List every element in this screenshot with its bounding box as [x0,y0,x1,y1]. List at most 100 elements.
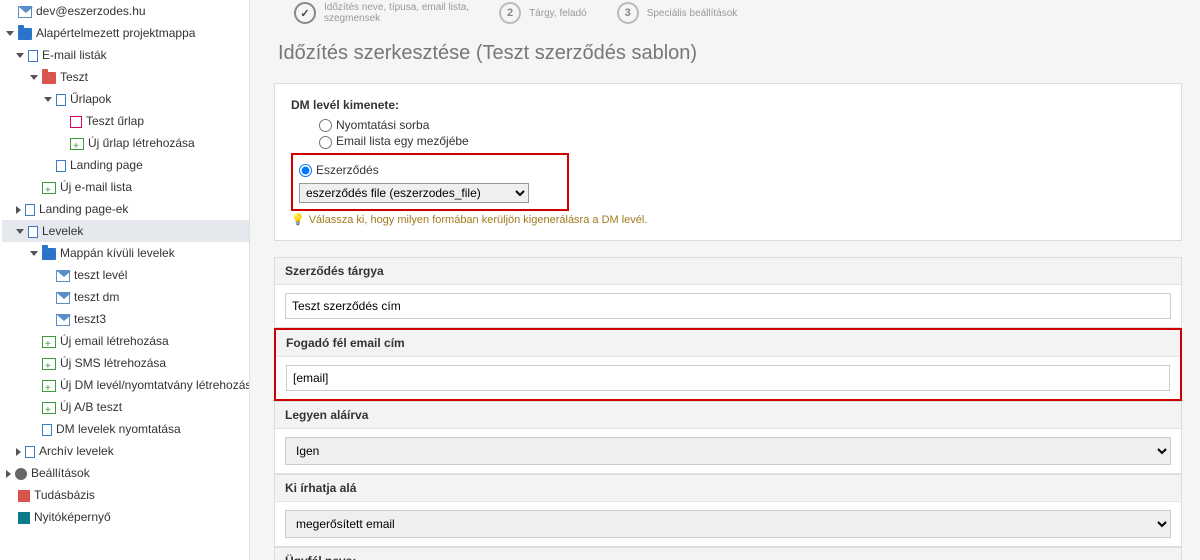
tree-item[interactable]: teszt levél [2,264,249,286]
mail-icon [56,270,70,282]
caret-down-icon[interactable] [44,97,52,102]
radio-email-list-field[interactable] [319,136,332,149]
field-recipient-email-label: Fogadó fél email cím [276,330,1180,357]
step-1[interactable]: ✓ Időzítés neve, típusa, email lista,sze… [294,2,469,24]
page-icon [56,160,66,172]
tree-item[interactable]: Archív levelek [2,440,249,462]
caret-down-icon[interactable] [6,31,14,36]
page-icon [42,424,52,436]
step-2[interactable]: 2 Tárgy, feladó [499,2,587,24]
tree-item-label: teszt levél [74,268,127,282]
tree-item-label: E-mail listák [42,48,107,62]
recipient-email-input[interactable] [286,365,1170,391]
eszerzodes-file-select[interactable]: eszerződés file (eszerzodes_file) [299,183,529,203]
check-icon: ✓ [294,2,316,24]
caret-down-icon[interactable] [16,53,24,58]
tree-item[interactable]: Landing page-ek [2,198,249,220]
mail-icon [56,292,70,304]
tree-item-label: Űrlapok [70,92,111,106]
radio-email-list-field-label: Email lista egy mezőjébe [336,134,469,148]
tree-item-label: Teszt űrlap [86,114,144,128]
field-contract-subject: Szerződés tárgya [274,257,1182,328]
page-icon [56,94,66,106]
tree-item-label: Új DM levél/nyomtatvány létrehozása [60,378,250,392]
field-client-name-label: Ügyfél neve: [275,548,1181,560]
tree-item[interactable]: Nyitóképernyő [2,506,249,528]
tree-item-label: Új űrlap létrehozása [88,136,195,150]
tree-item-label: Új SMS létrehozása [60,356,166,370]
tree-item-label: Teszt [60,70,88,84]
tree-item[interactable]: Űrlapok [2,88,249,110]
caret-down-icon[interactable] [30,75,38,80]
tree-item-label: teszt dm [74,290,119,304]
tree-item-label: Új A/B teszt [60,400,122,414]
contract-subject-input[interactable] [285,293,1171,319]
plus-icon [70,138,84,150]
tree-item[interactable]: Teszt [2,66,249,88]
page-icon [25,204,35,216]
folder-red-icon [42,72,56,84]
who-can-sign-select[interactable]: megerősített email [285,510,1171,538]
step-3-label: Speciális beállítások [647,8,738,19]
radio-print-queue[interactable] [319,119,332,132]
step-number-icon: 3 [617,2,639,24]
tree-item[interactable]: Landing page [2,154,249,176]
wizard-steps: ✓ Időzítés neve, típusa, email lista,sze… [274,0,1182,32]
tree-item-label: Levelek [42,224,83,238]
tree-item[interactable]: Levelek [2,220,249,242]
caret-right-icon[interactable] [16,448,21,456]
page-icon [28,226,38,238]
mail-icon [18,6,32,18]
tree-item[interactable]: Új e-mail lista [2,176,249,198]
tree-item[interactable]: teszt3 [2,308,249,330]
folder-icon [18,28,32,40]
book-icon [18,490,30,502]
dm-output-heading: DM levél kimenete: [291,98,1165,112]
caret-right-icon[interactable] [16,206,21,214]
tree-item[interactable]: DM levelek nyomtatása [2,418,249,440]
field-client-name: Ügyfél neve: [274,547,1182,560]
tree-item[interactable]: Új email létrehozása [2,330,249,352]
tree-item-label: Új e-mail lista [60,180,132,194]
dm-output-panel: DM levél kimenete: Nyomtatási sorba Emai… [274,83,1182,241]
step-1-label-a: Időzítés neve, típusa, email lista, [324,2,469,13]
plus-icon [42,380,56,392]
tree-item[interactable]: Beállítások [2,462,249,484]
signed-select[interactable]: Igen [285,437,1171,465]
radio-print-queue-label: Nyomtatási sorba [336,118,429,132]
tree-item[interactable]: Alapértelmezett projektmappa [2,22,249,44]
tree-item-label: Mappán kívüli levelek [60,246,175,260]
plus-icon [42,358,56,370]
tree-item[interactable]: Új DM levél/nyomtatvány létrehozása [2,374,249,396]
field-who-can-sign: Ki írhatja alá megerősített email [274,474,1182,547]
tree-item-label: Archív levelek [39,444,114,458]
radio-eszerzodes[interactable] [299,164,312,177]
tree-item[interactable]: dev@eszerzodes.hu [2,0,249,22]
plus-icon [42,402,56,414]
gear-icon [15,468,27,480]
tree-item-label: teszt3 [74,312,106,326]
folder-icon [42,248,56,260]
dm-output-hint: Válassza ki, hogy milyen formában kerülj… [291,213,1165,226]
tree-item-label: Alapértelmezett projektmappa [36,26,195,40]
page-icon [25,446,35,458]
tree-item[interactable]: Új űrlap létrehozása [2,132,249,154]
field-signed-label: Legyen aláírva [275,402,1181,429]
field-contract-subject-label: Szerződés tárgya [275,258,1181,285]
tree-item-label: Új email létrehozása [60,334,169,348]
tree-item-label: Nyitóképernyő [34,510,111,524]
sidebar-tree: dev@eszerzodes.hu Alapértelmezett projekt… [0,0,250,560]
tree-item[interactable]: Új A/B teszt [2,396,249,418]
step-3[interactable]: 3 Speciális beállítások [617,2,738,24]
caret-down-icon[interactable] [16,229,24,234]
caret-down-icon[interactable] [30,251,38,256]
tree-item[interactable]: Új SMS létrehozása [2,352,249,374]
tree-item[interactable]: E-mail listák [2,44,249,66]
tree-item-label: Landing page-ek [39,202,128,216]
tree-item[interactable]: Tudásbázis [2,484,249,506]
caret-right-icon[interactable] [6,470,11,478]
tree-item[interactable]: teszt dm [2,286,249,308]
tree-item[interactable]: Teszt űrlap [2,110,249,132]
mail-icon [56,314,70,326]
tree-item[interactable]: Mappán kívüli levelek [2,242,249,264]
